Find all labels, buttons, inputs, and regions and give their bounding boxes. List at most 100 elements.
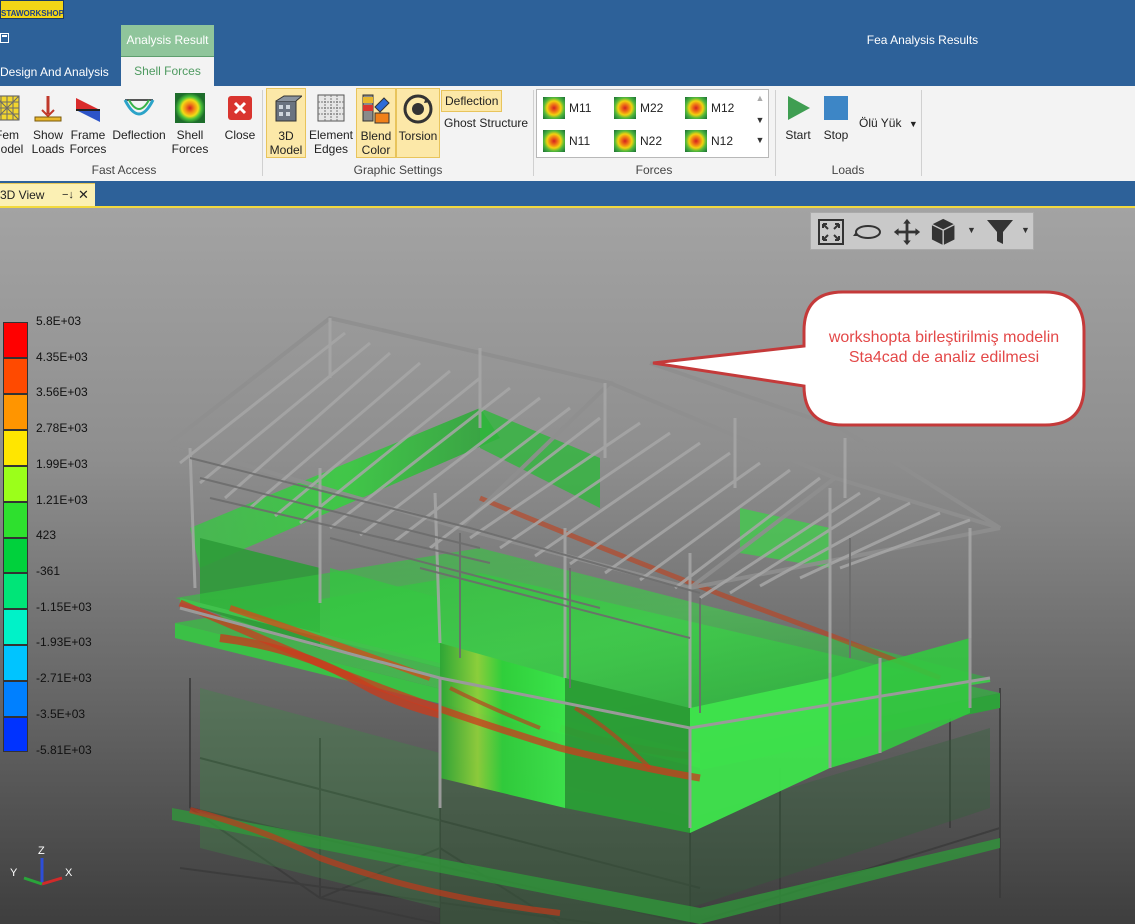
viewport-toolbar: ▼ ▼ — [810, 212, 1034, 250]
start-label: Start — [785, 128, 811, 142]
rotate-icon[interactable] — [853, 217, 883, 247]
tab-shell-forces[interactable]: Shell Forces — [121, 57, 214, 86]
view-cube-dropdown-icon[interactable]: ▼ — [967, 225, 976, 235]
axis-x-label: X — [65, 867, 73, 879]
loads-group-label: Loads — [831, 163, 865, 177]
force-item-n12[interactable]: N12 — [681, 127, 745, 155]
load-case-dropdown[interactable]: Ölü Yük ▼ — [856, 113, 921, 135]
zoom-extents-icon[interactable] — [817, 217, 845, 247]
tab-3d-view[interactable]: 3D View −↓ ✕ — [0, 183, 95, 207]
show-loads-icon — [34, 96, 62, 122]
scroll-down-icon[interactable]: ▼ — [754, 114, 766, 126]
fast-access-group-label: Fast Access — [91, 163, 157, 177]
frame-forces-label: Frame Forces — [69, 128, 107, 156]
legend-swatch — [3, 322, 28, 358]
filter-icon[interactable] — [985, 217, 1015, 247]
contour-icon — [614, 130, 636, 152]
legend-value: 5.8E+03 — [36, 314, 82, 328]
chevron-down-icon: ▼ — [908, 119, 918, 129]
quick-access-menu-icon[interactable] — [0, 33, 9, 43]
axis-triad: Z Y X — [10, 845, 73, 886]
torsion-icon — [403, 94, 433, 124]
force-item-m12[interactable]: M12 — [681, 94, 745, 122]
show-loads-button[interactable]: Show Loads — [30, 88, 66, 158]
stop-icon — [824, 96, 848, 120]
forces-gallery: M11 M22 M12 N11 N22 N12 ▲ ▼ ▼ — [536, 89, 769, 158]
force-item-n22[interactable]: N22 — [610, 127, 674, 155]
app-logo: STAWORKSHOP — [0, 0, 64, 19]
force-item-m11[interactable]: M11 — [539, 94, 603, 122]
view-cube-icon[interactable] — [929, 217, 963, 247]
legend-swatch — [3, 609, 28, 645]
legend-swatch — [3, 538, 28, 573]
legend-swatch — [3, 681, 28, 717]
legend-value: 1.21E+03 — [36, 493, 88, 507]
element-edges-label: Element Edges — [308, 128, 354, 156]
force-item-m22[interactable]: M22 — [610, 94, 674, 122]
load-case-value: Ölü Yük — [859, 116, 902, 130]
close-icon — [228, 96, 252, 120]
force-item-label: M11 — [569, 101, 592, 115]
legend-value: 3.56E+03 — [36, 385, 88, 399]
contour-icon — [543, 97, 565, 119]
element-edges-icon — [317, 94, 345, 122]
close-tab-icon[interactable]: ✕ — [78, 184, 89, 206]
window-title: Fea Analysis Results — [866, 33, 979, 47]
document-tab-strip — [0, 181, 1135, 207]
contour-icon — [543, 130, 565, 152]
legend-swatch — [3, 502, 28, 538]
forces-group-label: Forces — [635, 163, 673, 177]
frame-forces-button[interactable]: Frame Forces — [68, 88, 108, 158]
legend-value: -2.71E+03 — [36, 671, 92, 685]
group-divider — [921, 90, 922, 176]
fem-model-icon — [0, 95, 20, 121]
deflection-toggle[interactable]: Deflection — [441, 90, 503, 112]
legend-value: -361 — [36, 564, 61, 578]
scroll-up-icon[interactable]: ▲ — [754, 92, 766, 104]
close-button[interactable]: Close — [220, 88, 260, 158]
pan-icon[interactable] — [891, 217, 923, 247]
blend-color-button[interactable]: Blend Color — [356, 88, 396, 158]
element-edges-button[interactable]: Element Edges — [308, 88, 354, 158]
legend-swatch — [3, 573, 28, 609]
ghost-structure-toggle[interactable]: Ghost Structure — [441, 113, 531, 135]
shell-forces-label: Shell Forces — [171, 128, 209, 156]
legend-value: 1.99E+03 — [36, 457, 88, 471]
shell-forces-button[interactable]: Shell Forces — [170, 88, 210, 158]
legend-swatch — [3, 466, 28, 502]
start-button[interactable]: Start — [780, 88, 816, 158]
legend-value: -3.5E+03 — [36, 707, 86, 721]
stop-label: Stop — [823, 128, 849, 142]
gallery-expand-icon[interactable]: ▼ — [754, 134, 766, 146]
force-item-label: N12 — [711, 134, 734, 148]
graphic-settings-group-label: Graphic Settings — [353, 163, 443, 177]
context-tab-group-title: Analysis Result — [121, 25, 214, 56]
3d-model-icon — [275, 95, 302, 122]
3d-model-label: 3D Model — [269, 129, 303, 157]
legend-value: -1.93E+03 — [36, 635, 92, 649]
force-item-n11[interactable]: N11 — [539, 127, 603, 155]
tab-3d-view-label: 3D View — [0, 188, 45, 202]
fem-model-button[interactable]: Fem Model — [0, 88, 26, 158]
torsion-label: Torsion — [398, 129, 438, 143]
force-item-label: M22 — [640, 101, 664, 115]
axis-y-label: Y — [10, 867, 18, 879]
stop-button[interactable]: Stop — [818, 88, 854, 158]
shell-forces-icon — [175, 93, 205, 123]
deflection-button[interactable]: Deflection — [110, 88, 168, 158]
legend-value: 2.78E+03 — [36, 421, 88, 435]
gallery-scroll[interactable]: ▲ ▼ ▼ — [754, 92, 766, 156]
legend-swatch — [3, 358, 28, 394]
legend-swatch — [3, 394, 28, 430]
filter-dropdown-icon[interactable]: ▼ — [1021, 225, 1030, 235]
pin-icon[interactable]: −↓ — [62, 184, 74, 206]
legend-value: 423 — [36, 528, 57, 542]
3d-model-button[interactable]: 3D Model — [266, 88, 306, 158]
torsion-button[interactable]: Torsion — [396, 88, 440, 158]
legend-swatch — [3, 645, 28, 681]
legend-value: 4.35E+03 — [36, 350, 88, 364]
tab-design-and-analysis[interactable]: Design And Analysis — [0, 58, 109, 86]
blend-color-icon — [362, 94, 390, 124]
callout-text: workshopta birleştirilmiş modelin Sta4ca… — [828, 329, 1060, 366]
contour-icon — [614, 97, 636, 119]
